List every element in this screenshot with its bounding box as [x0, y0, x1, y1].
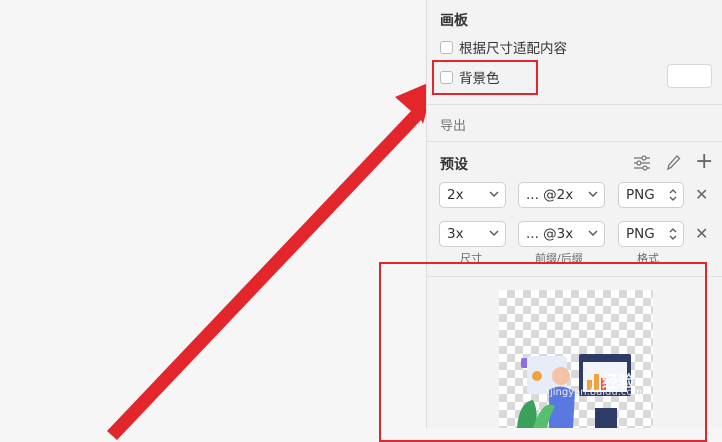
canvas-area — [0, 0, 435, 440]
prefix-value-2: ... @3x — [526, 226, 574, 242]
scale-value-2: 3x — [447, 226, 464, 242]
prefix-value-1: ... @2x — [526, 187, 574, 203]
up-down-icon — [669, 228, 677, 240]
format-value-2: PNG — [626, 226, 655, 242]
up-down-icon — [669, 189, 677, 201]
format-select-2[interactable]: PNG — [618, 221, 684, 247]
watermark-url: jingyan.baidu.com — [550, 387, 643, 398]
scale-select-2[interactable]: 3x — [439, 221, 506, 247]
fit-content-label: 根据尺寸适配内容 — [459, 41, 567, 57]
pencil-icon[interactable] — [665, 154, 681, 171]
scale-value-1: 2x — [447, 187, 464, 203]
divider — [427, 104, 722, 105]
background-color-well[interactable] — [667, 64, 712, 88]
fit-content-option[interactable]: 根据尺寸适配内容 — [440, 37, 567, 57]
illustration-image — [517, 354, 631, 428]
chevron-down-icon — [588, 191, 598, 197]
chevron-down-icon — [489, 230, 499, 236]
sliders-icon[interactable] — [633, 155, 651, 171]
prefix-select-2[interactable]: ... @3x — [518, 221, 605, 247]
scale-select-1[interactable]: 2x — [439, 182, 506, 208]
artboard-title: 画板 — [440, 13, 468, 29]
format-value-1: PNG — [626, 187, 655, 203]
format-select-1[interactable]: PNG — [618, 182, 684, 208]
chevron-down-icon — [489, 191, 499, 197]
plus-icon[interactable]: + — [695, 149, 713, 174]
fit-content-checkbox[interactable] — [440, 40, 453, 54]
prefix-select-1[interactable]: ... @2x — [518, 182, 605, 208]
remove-row-2-icon[interactable]: ✕ — [695, 224, 708, 243]
divider — [427, 141, 722, 142]
chevron-down-icon — [588, 230, 598, 236]
export-label: 导出 — [440, 119, 467, 134]
export-preview-image — [499, 290, 653, 428]
inspector-panel: 画板 根据尺寸适配内容 背景色 导出 预设 + 2x ... @2x PNG ✕ — [379, 0, 722, 442]
highlight-box-background — [432, 60, 538, 95]
remove-row-1-icon[interactable]: ✕ — [695, 185, 708, 204]
presets-label: 预设 — [440, 157, 468, 173]
